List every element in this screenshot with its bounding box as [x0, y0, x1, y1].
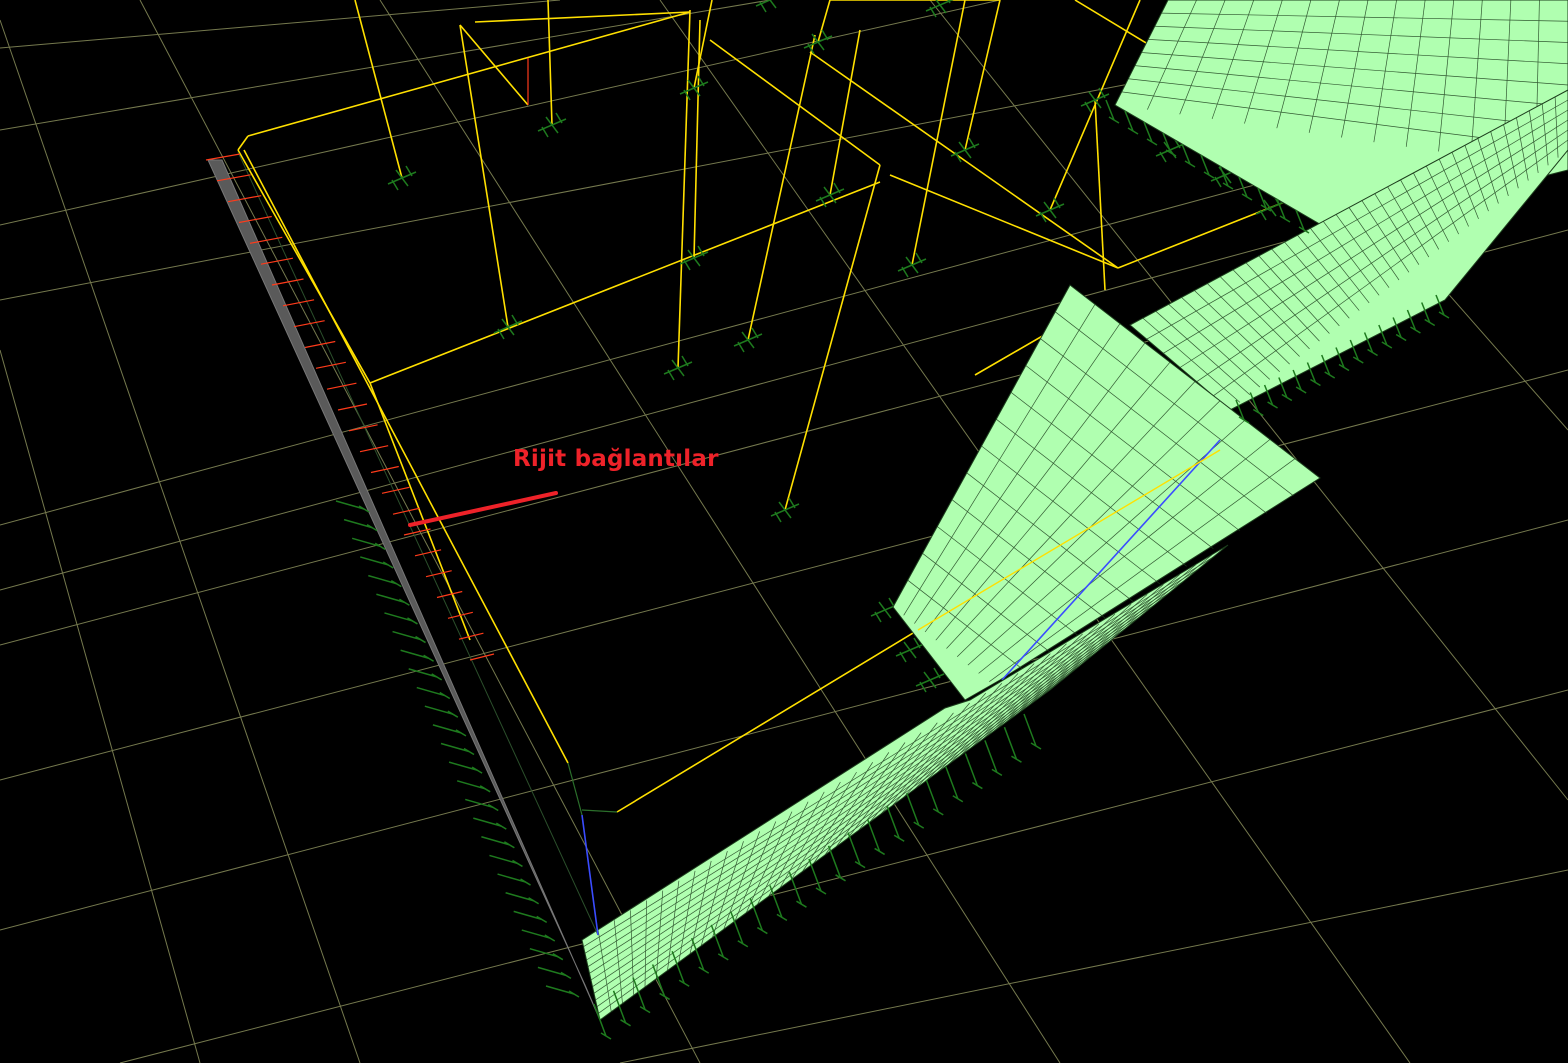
spring-support-icon: [513, 910, 548, 924]
spring-support-icon: [424, 705, 459, 718]
spring-support-icon: [432, 724, 467, 737]
base-springs: [335, 99, 1450, 1040]
spring-support-icon: [387, 165, 417, 191]
spring-support-icon: [440, 742, 475, 756]
spring-support-icon: [473, 817, 507, 830]
spring-support-icon: [400, 649, 435, 662]
spring-support-icon: [489, 854, 523, 868]
spring-support-icon: [984, 740, 1003, 777]
spring-support-icon: [906, 792, 925, 829]
spring-support-icon: [360, 556, 394, 569]
3d-model-viewport[interactable]: Rijit bağlantılar: [0, 0, 1568, 1063]
annotation-arrow-icon: [408, 491, 558, 527]
spring-support-icon: [679, 75, 709, 101]
spring-support-icon: [866, 819, 886, 856]
spring-support-icon: [1003, 726, 1022, 763]
spring-support-icon: [392, 630, 426, 644]
spring-support-icon: [769, 885, 788, 922]
model-canvas[interactable]: [0, 0, 1568, 1063]
spring-support-icon: [915, 667, 945, 693]
spring-support-icon: [803, 29, 833, 55]
spring-support-icon: [505, 892, 540, 905]
spring-support-icon: [481, 836, 515, 849]
spring-support-icon: [456, 780, 491, 793]
spring-support-icon: [537, 966, 572, 979]
spring-support-icon: [950, 137, 980, 163]
spring-support-icon: [1023, 713, 1042, 750]
spring-support-icon: [343, 518, 378, 532]
spring-support-icon: [733, 327, 763, 353]
spring-support-icon: [545, 985, 580, 998]
spring-support-icon: [847, 832, 866, 869]
shear-wall-left-edge: [207, 151, 618, 1021]
spring-support-icon: [376, 593, 410, 606]
spring-support-icon: [925, 0, 954, 18]
spring-support-icon: [897, 252, 927, 278]
annotation-label: Rijit bağlantılar: [513, 446, 719, 472]
spring-support-icon: [886, 806, 905, 842]
spring-support-icon: [808, 858, 827, 895]
spring-support-icon: [964, 753, 983, 790]
spring-support-icon: [815, 182, 845, 208]
spring-support-icon: [384, 612, 418, 625]
spring-support-icon: [521, 929, 556, 942]
spring-support-icon: [448, 761, 483, 774]
spring-support-icon: [925, 779, 944, 816]
spring-support-icon: [770, 497, 800, 523]
spring-support-icon: [493, 314, 523, 340]
spring-support-icon: [827, 845, 846, 882]
spring-support-icon: [1035, 197, 1065, 223]
spring-support-icon: [408, 668, 443, 681]
spring-support-icon: [945, 766, 964, 803]
spring-support-icon: [416, 686, 451, 700]
spring-support-icon: [368, 574, 402, 588]
spring-support-icon: [497, 873, 531, 886]
